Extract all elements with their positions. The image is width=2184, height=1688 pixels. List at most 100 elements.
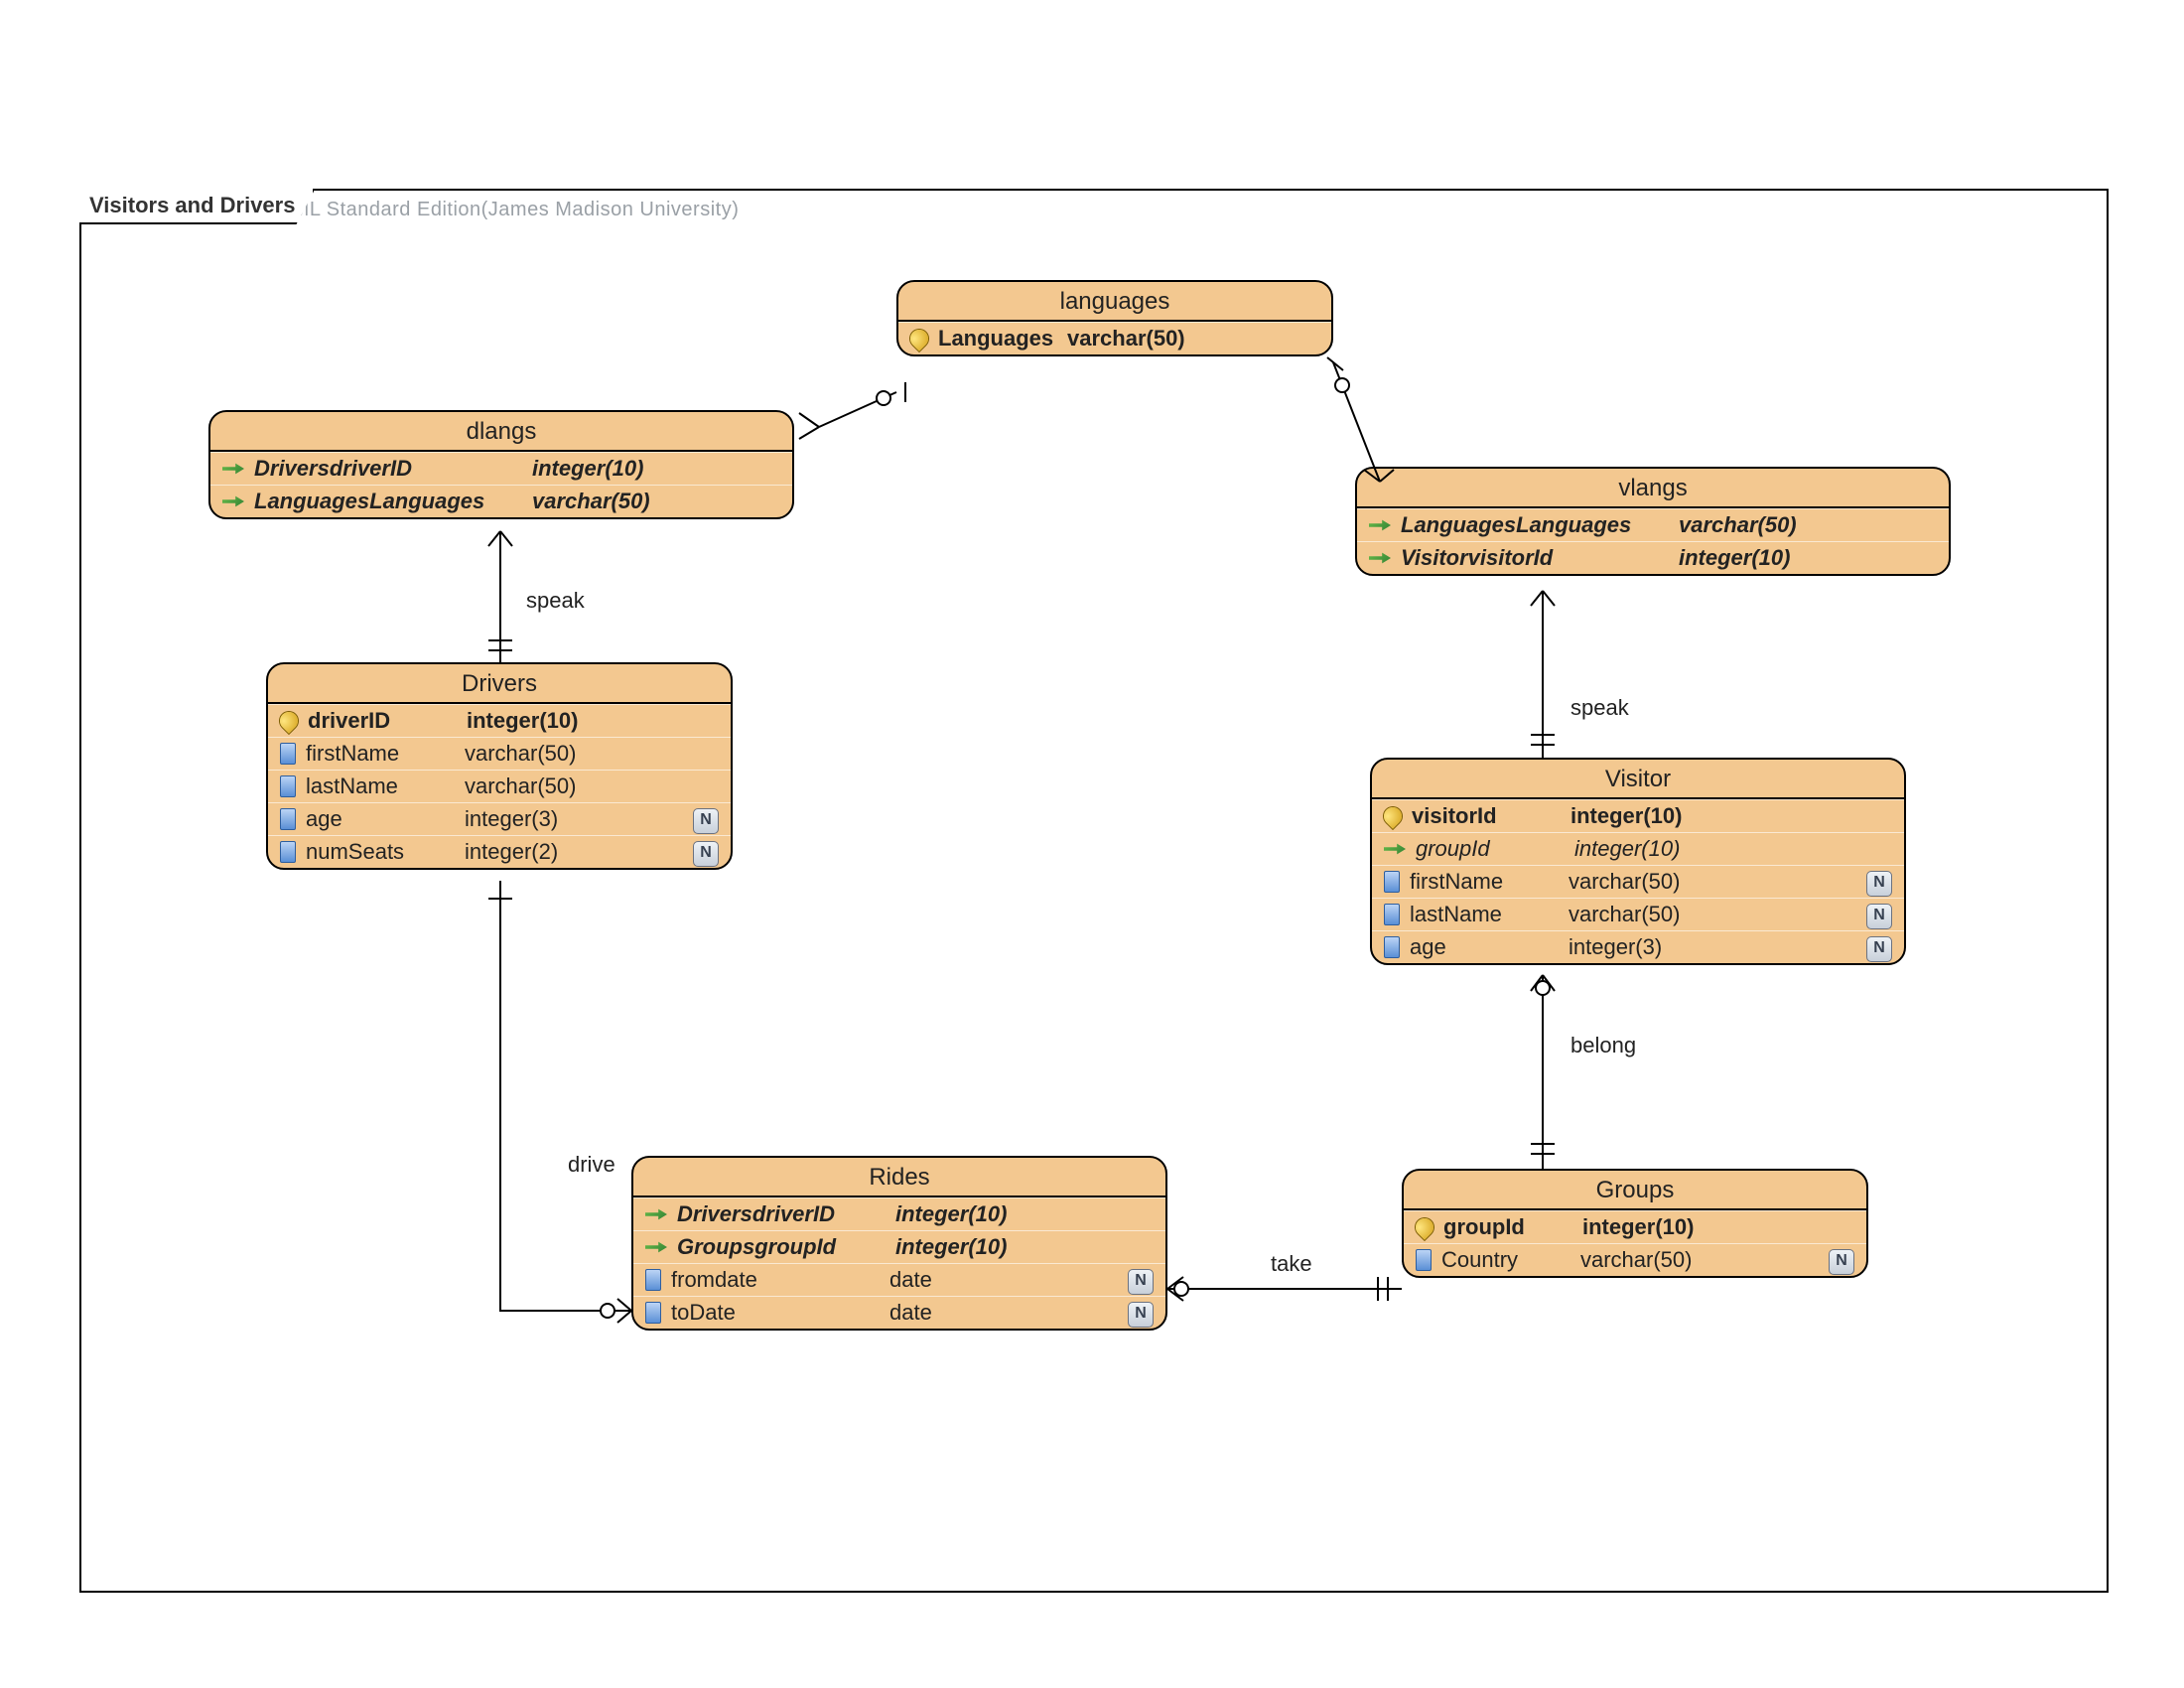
attr-row: lastName varchar(50) N (1372, 898, 1904, 930)
attr-name: fromdate (671, 1267, 880, 1293)
column-icon (645, 1269, 661, 1291)
column-icon (280, 775, 296, 797)
pk-icon (1380, 803, 1405, 828)
rel-label-belong: belong (1570, 1033, 1636, 1058)
column-icon (280, 841, 296, 863)
attr-type: integer(3) (1569, 934, 1662, 960)
attr-name: groupId (1443, 1214, 1572, 1240)
attr-row: numSeats integer(2) N (268, 835, 731, 868)
attr-name: groupId (1416, 836, 1565, 862)
entity-drivers[interactable]: Drivers driverID integer(10) firstName v… (266, 662, 733, 870)
column-icon (1384, 904, 1400, 925)
entity-groups[interactable]: Groups groupId integer(10) Country varch… (1402, 1169, 1868, 1278)
fk-icon (1369, 549, 1391, 567)
attr-type: varchar(50) (532, 489, 650, 514)
rel-label-speak-drivers: speak (526, 588, 585, 614)
column-icon (1384, 936, 1400, 958)
pk-icon (276, 708, 301, 733)
nullable-badge: N (1866, 871, 1892, 897)
attr-type: varchar(50) (465, 741, 576, 767)
attr-name: age (1410, 934, 1559, 960)
attr-name: GroupsgroupId (677, 1234, 886, 1260)
attr-type: integer(10) (1574, 836, 1680, 862)
attr-row: Languages varchar(50) (898, 322, 1331, 354)
attr-name: DriversdriverID (254, 456, 522, 482)
attr-row: toDate date N (633, 1296, 1165, 1329)
entity-languages[interactable]: languages Languages varchar(50) (896, 280, 1333, 356)
attr-name: Country (1441, 1247, 1570, 1273)
entity-rides[interactable]: Rides DriversdriverID integer(10) Groups… (631, 1156, 1167, 1331)
attr-type: integer(3) (465, 806, 558, 832)
attr-row: fromdate date N (633, 1263, 1165, 1296)
attr-row: LanguagesLanguages varchar(50) (1357, 508, 1949, 541)
nullable-badge: N (1866, 936, 1892, 962)
attr-type: integer(10) (895, 1234, 1007, 1260)
attr-row: GroupsgroupId integer(10) (633, 1230, 1165, 1263)
attr-row: DriversdriverID integer(10) (210, 452, 792, 485)
fk-icon (1384, 840, 1406, 858)
attr-row: lastName varchar(50) (268, 770, 731, 802)
rel-label-speak-visitor: speak (1570, 695, 1629, 721)
nullable-badge: N (693, 841, 719, 867)
attr-type: varchar(50) (1569, 869, 1680, 895)
attr-row: Country varchar(50) N (1404, 1243, 1866, 1276)
attr-row: firstName varchar(50) N (1372, 865, 1904, 898)
attr-row: firstName varchar(50) (268, 737, 731, 770)
attr-name: VisitorvisitorId (1401, 545, 1669, 571)
attr-name: DriversdriverID (677, 1201, 886, 1227)
entity-vlangs[interactable]: vlangs LanguagesLanguages varchar(50) Vi… (1355, 467, 1951, 576)
attr-row: DriversdriverID integer(10) (633, 1197, 1165, 1230)
entity-title: Drivers (268, 664, 731, 704)
attr-type: varchar(50) (1569, 902, 1680, 927)
fk-icon (222, 460, 244, 478)
attr-type: integer(10) (532, 456, 643, 482)
attr-type: date (889, 1300, 932, 1326)
attr-name: lastName (1410, 902, 1559, 927)
attr-type: integer(10) (1570, 803, 1682, 829)
nullable-badge: N (1829, 1249, 1854, 1275)
attr-type: integer(10) (467, 708, 578, 734)
attr-name: lastName (306, 774, 455, 799)
column-icon (280, 743, 296, 765)
attr-name: numSeats (306, 839, 455, 865)
rel-label-take: take (1271, 1251, 1312, 1277)
attr-type: varchar(50) (1679, 512, 1797, 538)
attr-name: firstName (1410, 869, 1559, 895)
attr-name: Languages (938, 326, 1057, 352)
attr-row: age integer(3) N (268, 802, 731, 835)
entity-title: Visitor (1372, 760, 1904, 799)
nullable-badge: N (1128, 1302, 1154, 1328)
entity-visitor[interactable]: Visitor visitorId integer(10) groupId in… (1370, 758, 1906, 965)
attr-type: integer(10) (895, 1201, 1007, 1227)
attr-name: driverID (308, 708, 457, 734)
nullable-badge: N (1128, 1269, 1154, 1295)
fk-icon (645, 1205, 667, 1223)
attr-type: integer(2) (465, 839, 558, 865)
attr-type: date (889, 1267, 932, 1293)
attr-name: firstName (306, 741, 455, 767)
entity-dlangs[interactable]: dlangs DriversdriverID integer(10) Langu… (208, 410, 794, 519)
attr-row: visitorId integer(10) (1372, 799, 1904, 832)
attr-name: age (306, 806, 455, 832)
attr-name: visitorId (1412, 803, 1561, 829)
attr-type: varchar(50) (465, 774, 576, 799)
entity-title: vlangs (1357, 469, 1949, 508)
attr-row: driverID integer(10) (268, 704, 731, 737)
attr-type: varchar(50) (1067, 326, 1185, 352)
nullable-badge: N (693, 808, 719, 834)
entity-title: Groups (1404, 1171, 1866, 1210)
attr-type: varchar(50) (1580, 1247, 1692, 1273)
entity-title: dlangs (210, 412, 792, 452)
attr-name: LanguagesLanguages (1401, 512, 1669, 538)
attr-row: VisitorvisitorId integer(10) (1357, 541, 1949, 574)
column-icon (645, 1302, 661, 1324)
frame-title: Visitors and Drivers (79, 189, 315, 224)
attr-row: LanguagesLanguages varchar(50) (210, 485, 792, 517)
fk-icon (645, 1238, 667, 1256)
entity-title: Rides (633, 1158, 1165, 1197)
rel-label-drive: drive (568, 1152, 615, 1178)
column-icon (1384, 871, 1400, 893)
column-icon (280, 808, 296, 830)
nullable-badge: N (1866, 904, 1892, 929)
column-icon (1416, 1249, 1432, 1271)
